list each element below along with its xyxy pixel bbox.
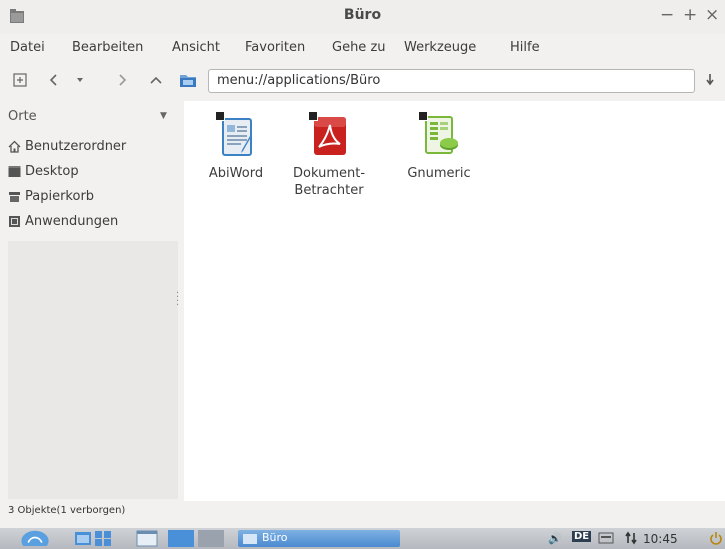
- place-label: Papierkorb: [25, 188, 95, 204]
- history-dropdown-icon: [77, 78, 83, 82]
- status-bar: 3 Objekte(1 verborgen): [0, 501, 725, 521]
- file-item-gnumeric[interactable]: Gnumeric: [394, 111, 484, 182]
- side-pane: Orte ▼ Benutzerordner Desktop Papierkorb: [0, 101, 180, 501]
- shortcut-badge-icon: [215, 111, 225, 121]
- forward-icon: [119, 74, 127, 86]
- workspace-2-button[interactable]: [198, 530, 224, 547]
- place-label: Anwendungen: [25, 213, 119, 229]
- place-label: Desktop: [25, 163, 79, 179]
- toolbar: menu://applications/Büro: [0, 63, 725, 101]
- volume-icon[interactable]: 🔊: [548, 532, 562, 545]
- file-item-abiword[interactable]: AbiWord: [191, 111, 281, 182]
- menu-bar: Datei Bearbeiten Ansicht Favoriten Gehe …: [0, 34, 725, 60]
- menu-favoriten[interactable]: Favoriten: [245, 40, 305, 55]
- file-label: Dokument- Betrachter: [292, 166, 366, 198]
- pane-resize-handle[interactable]: · · · ·: [176, 289, 179, 311]
- back-button[interactable]: [44, 68, 64, 92]
- window-title: Büro: [343, 7, 382, 23]
- history-dropdown-button[interactable]: [70, 68, 90, 92]
- side-pane-header[interactable]: Orte: [8, 109, 37, 124]
- system-launcher-icon[interactable]: [94, 530, 112, 547]
- workspace-1-button[interactable]: [168, 530, 194, 547]
- location-folder-button[interactable]: [178, 68, 198, 92]
- title-bar[interactable]: Büro − + ×: [0, 0, 725, 34]
- power-icon[interactable]: [709, 531, 723, 545]
- file-manager-launcher-icon[interactable]: [74, 530, 92, 547]
- new-tab-button[interactable]: [10, 68, 30, 92]
- close-button[interactable]: ×: [705, 5, 719, 25]
- place-item-benutzerordner[interactable]: Benutzerordner: [8, 135, 126, 157]
- file-label: Gnumeric: [407, 166, 471, 181]
- menu-ansicht[interactable]: Ansicht: [172, 40, 220, 55]
- minimize-button[interactable]: −: [660, 5, 674, 25]
- menu-hilfe[interactable]: Hilfe: [510, 40, 540, 55]
- taskbar: Büro 🔊 DE 10:45: [0, 528, 725, 549]
- go-icon: [706, 74, 714, 86]
- forward-button[interactable]: [112, 68, 132, 92]
- maximize-button[interactable]: +: [683, 5, 697, 25]
- side-pane-dropdown-icon[interactable]: ▼: [160, 111, 167, 121]
- network-icon[interactable]: [624, 531, 638, 545]
- go-button[interactable]: [700, 68, 720, 92]
- place-label: Benutzerordner: [25, 138, 127, 154]
- menu-datei[interactable]: Datei: [10, 40, 45, 55]
- up-icon: [150, 76, 162, 84]
- file-label: AbiWord: [208, 166, 264, 181]
- menu-werkzeuge[interactable]: Werkzeuge: [404, 40, 476, 55]
- start-menu-icon[interactable]: [18, 529, 52, 546]
- file-manager-window: Büro − + × Datei Bearbeiten Ansicht Favo…: [0, 0, 725, 528]
- trash-icon: [9, 191, 20, 202]
- folder-icon: [180, 75, 196, 87]
- location-text[interactable]: menu://applications/Büro: [217, 73, 380, 88]
- side-pane-empty-area: [8, 241, 178, 499]
- folder-icon: [243, 534, 257, 544]
- keyboard-icon[interactable]: [598, 531, 614, 545]
- task-label: Büro: [262, 531, 288, 544]
- file-view[interactable]: AbiWord Dokument- Betrachter Gnumeric: [184, 101, 725, 501]
- desktop-icon: [8, 165, 21, 177]
- up-button[interactable]: [146, 68, 166, 92]
- clock[interactable]: 10:45: [643, 532, 678, 546]
- status-text: 3 Objekte(1 verborgen): [8, 505, 126, 516]
- home-icon: [8, 140, 21, 153]
- keyboard-layout-indicator[interactable]: DE: [572, 531, 592, 542]
- menu-gehe-zu[interactable]: Gehe zu: [332, 40, 386, 55]
- shortcut-badge-icon: [418, 111, 428, 121]
- file-item-dokument-betrachter[interactable]: Dokument- Betrachter: [284, 111, 374, 199]
- place-item-papierkorb[interactable]: Papierkorb: [8, 185, 94, 207]
- task-button-buero[interactable]: Büro: [238, 530, 400, 547]
- back-icon: [49, 74, 57, 86]
- location-field[interactable]: menu://applications/Büro: [208, 69, 695, 93]
- place-item-desktop[interactable]: Desktop: [8, 160, 79, 182]
- shortcut-badge-icon: [308, 111, 318, 121]
- new-tab-icon: [13, 73, 27, 87]
- place-item-anwendungen[interactable]: Anwendungen: [8, 210, 118, 232]
- menu-bearbeiten[interactable]: Bearbeiten: [72, 40, 143, 55]
- show-desktop-icon[interactable]: [136, 530, 158, 547]
- applications-icon: [9, 215, 20, 227]
